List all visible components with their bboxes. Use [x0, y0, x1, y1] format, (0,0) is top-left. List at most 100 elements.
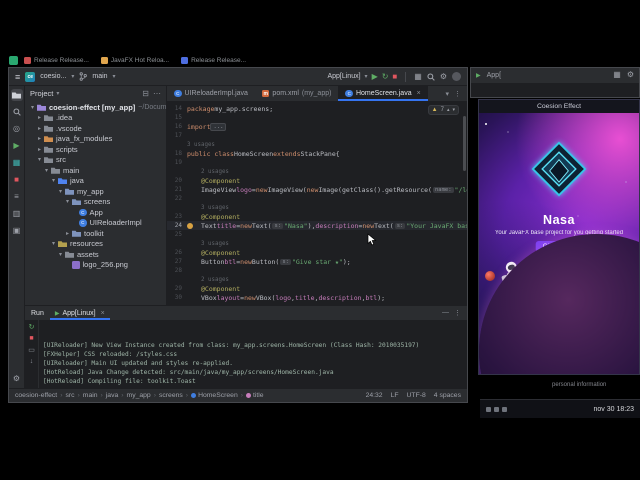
code-line[interactable]: 22: [167, 194, 467, 203]
editor-scrollbar[interactable]: [463, 116, 466, 171]
code-line[interactable]: 3 usages: [167, 239, 467, 248]
breadcrumb-item[interactable]: screens: [159, 392, 183, 399]
grid-icon[interactable]: ▦: [613, 71, 621, 79]
code-line[interactable]: 16 import ...: [167, 122, 467, 131]
project-panel-title[interactable]: Project: [30, 89, 53, 98]
code-line[interactable]: 25: [167, 230, 467, 239]
run-icon[interactable]: ▶: [476, 72, 481, 79]
project-icon[interactable]: [10, 89, 23, 101]
tab-list-icon[interactable]: ▾: [445, 90, 449, 98]
code-line[interactable]: 30 VBox layout = new VBox(logo, title, de…: [167, 293, 467, 302]
tray-icon[interactable]: [9, 56, 18, 65]
code-line[interactable]: 29 @Component: [167, 284, 467, 293]
run-config-selector[interactable]: App[Linux]: [327, 73, 360, 80]
run-toolwindow-title[interactable]: Run: [31, 310, 44, 317]
tree-item[interactable]: ▸ toolkit: [25, 228, 166, 239]
code-line[interactable]: 3 usages: [167, 203, 467, 212]
breadcrumb-item[interactable]: title: [246, 392, 264, 399]
usages-hint[interactable]: 3 usages: [201, 241, 229, 247]
tree-item[interactable]: ▾ screens: [25, 197, 166, 208]
tree-item[interactable]: C UIReloaderImpl: [25, 218, 166, 229]
tree-item[interactable]: ▸ java_fx_modules: [25, 134, 166, 145]
code-line[interactable]: 19: [167, 158, 467, 167]
rerun-icon[interactable]: ↻: [29, 323, 35, 331]
tree-toggle-icon[interactable]: ▸: [36, 146, 43, 153]
tree-toggle-icon[interactable]: ▾: [50, 240, 57, 247]
avatar[interactable]: [452, 72, 461, 81]
tree-toggle-icon[interactable]: ▾: [64, 198, 71, 205]
close-tab-icon[interactable]: ×: [101, 310, 105, 317]
settings-gear-icon[interactable]: ⚙: [627, 71, 634, 79]
code-line[interactable]: 3 usages: [167, 140, 467, 149]
code-line[interactable]: 14 package my_app.screens;: [167, 104, 467, 113]
code-line[interactable]: 2 usages: [167, 167, 467, 176]
app-window-title[interactable]: Coesion Effect: [479, 100, 639, 113]
run-icon[interactable]: ▶: [11, 140, 23, 152]
breadcrumb-item[interactable]: coesion-effect: [15, 392, 57, 399]
structure-icon[interactable]: ≡: [11, 191, 23, 203]
code-line[interactable]: 27 Button btl = new Button(s: "Give star …: [167, 257, 467, 266]
tray-icon[interactable]: [494, 406, 499, 412]
window-tab[interactable]: Release Release...: [181, 57, 246, 64]
code-line[interactable]: 26 @Component: [167, 248, 467, 257]
console-output[interactable]: [UIReloader] New View Instance created f…: [39, 320, 467, 388]
scroll-end-icon[interactable]: ↓: [30, 358, 34, 365]
tree-toggle-icon[interactable]: ▸: [36, 125, 43, 132]
tree-toggle-icon[interactable]: ▸: [36, 114, 43, 121]
clear-icon[interactable]: ▭: [28, 346, 35, 354]
project-badge[interactable]: ce: [25, 71, 36, 82]
clock[interactable]: nov 30 18:23: [594, 406, 634, 413]
debug-icon[interactable]: ■: [11, 174, 23, 186]
tree-toggle-icon[interactable]: ▾: [36, 156, 43, 163]
settings-gear-icon[interactable]: ⚙: [440, 72, 447, 81]
tree-item[interactable]: ▾ main: [25, 165, 166, 176]
tray-icon[interactable]: [486, 406, 491, 412]
tree-item[interactable]: ▾ coesion-effect [my_app] ~/Docum: [25, 102, 166, 113]
code-line[interactable]: 2 usages: [167, 275, 467, 284]
tree-toggle-icon[interactable]: ▸: [36, 135, 43, 142]
usages-hint[interactable]: 3 usages: [201, 205, 229, 211]
more-icon[interactable]: ⋮: [454, 309, 461, 317]
commit-icon[interactable]: ◎: [11, 123, 23, 135]
tray-icon[interactable]: [502, 406, 507, 412]
usages-hint[interactable]: 3 usages: [187, 142, 215, 148]
encoding[interactable]: UTF-8: [407, 392, 426, 399]
usages-hint[interactable]: 2 usages: [201, 169, 229, 175]
stop-icon[interactable]: ■: [29, 335, 33, 342]
tree-item[interactable]: ▸ .vscode: [25, 123, 166, 134]
more-icon[interactable]: ⋮: [454, 90, 461, 98]
code-line[interactable]: 17: [167, 131, 467, 140]
breadcrumb-item[interactable]: src: [65, 392, 74, 399]
window-tab[interactable]: Release Release...: [24, 57, 89, 64]
tree-item[interactable]: ▸ .idea: [25, 113, 166, 124]
run-tab[interactable]: ▶ App[Linux] ×: [50, 306, 110, 320]
tree-toggle-icon[interactable]: ▾: [29, 104, 36, 111]
run-button[interactable]: ▶: [372, 72, 378, 81]
tree-toggle-icon[interactable]: ▾: [43, 167, 50, 174]
caret-position[interactable]: 24:32: [366, 392, 383, 399]
stop-button[interactable]: ■: [392, 72, 397, 81]
code-line[interactable]: 18 public class HomeScreen extends StackP…: [167, 149, 467, 158]
search-icon[interactable]: [427, 72, 435, 81]
main-menu-icon[interactable]: ≡: [15, 72, 20, 82]
tree-item[interactable]: ▾ src: [25, 155, 166, 166]
more-options-icon[interactable]: ⋯: [153, 89, 161, 98]
tree-toggle-icon[interactable]: ▾: [50, 177, 57, 184]
database-icon[interactable]: ▥: [11, 208, 23, 220]
chevron-down-icon[interactable]: ▾: [452, 107, 455, 113]
terminal-icon[interactable]: ▣: [11, 225, 23, 237]
minimize-icon[interactable]: —: [442, 309, 449, 317]
code-line[interactable]: 23 @Component: [167, 212, 467, 221]
grid-icon[interactable]: ▦: [414, 72, 422, 81]
window-tab[interactable]: JavaFX Hot Reloa...: [100, 57, 169, 64]
breadcrumb-item[interactable]: my_app: [127, 392, 151, 399]
intention-bulb-icon[interactable]: [187, 222, 193, 229]
code-line[interactable]: 15: [167, 113, 467, 122]
tree-toggle-icon[interactable]: ▾: [57, 188, 64, 195]
breadcrumb-item[interactable]: HomeScreen: [191, 392, 238, 399]
tree-item[interactable]: logo_256.png: [25, 260, 166, 271]
settings-icon[interactable]: ⚙: [11, 373, 23, 385]
code-line[interactable]: 21 ImageView logo = new ImageView(new Ima…: [167, 185, 467, 194]
tree-item[interactable]: ▾ assets: [25, 249, 166, 260]
editor-tab[interactable]: C UIReloaderImpl.java: [167, 86, 255, 101]
